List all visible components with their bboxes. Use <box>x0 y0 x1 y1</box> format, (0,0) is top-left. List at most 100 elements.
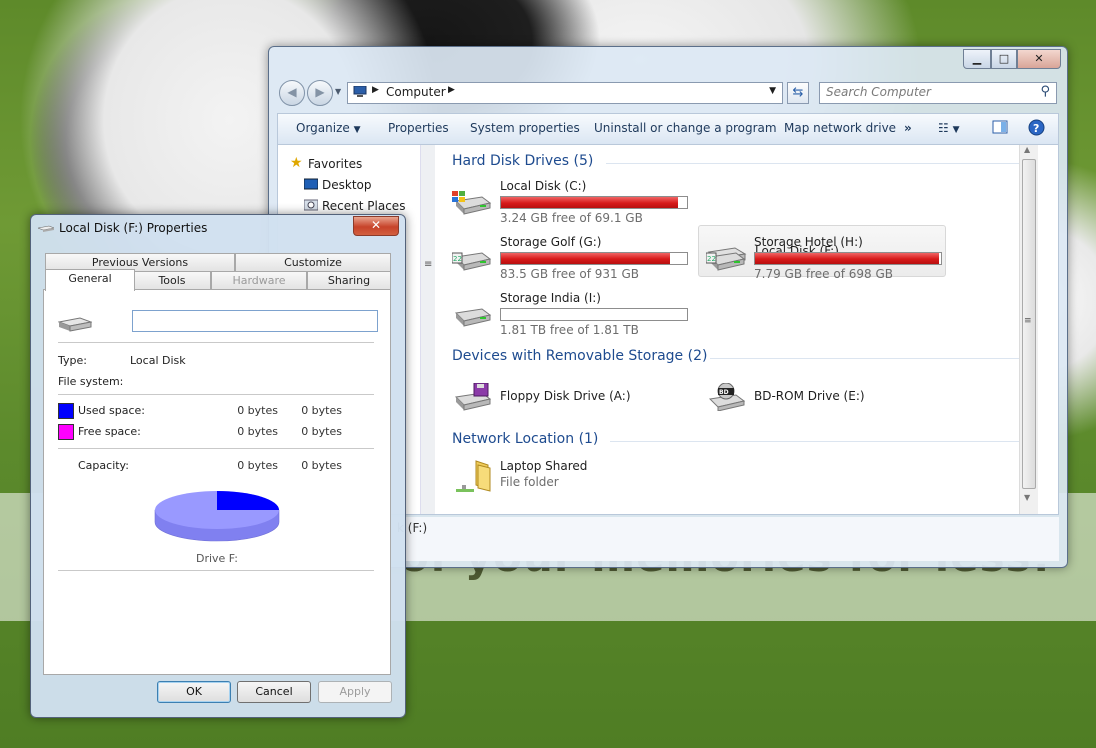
drive-name: Local Disk (C:) <box>500 179 587 193</box>
window-controls: ▁ □ ✕ <box>963 49 1061 69</box>
divider <box>58 342 374 343</box>
drive-storage-golf-g[interactable]: 22 Storage Golf (G:) 83.5 GB free of 931… <box>444 231 690 281</box>
breadcrumb-chevron-icon[interactable]: ▶ <box>372 85 379 95</box>
refresh-button[interactable]: ⇆ <box>787 82 809 104</box>
free-space-label: Free space: <box>78 425 141 438</box>
capacity-size: 0 bytes <box>301 459 342 472</box>
maximize-button[interactable]: □ <box>991 49 1017 69</box>
divider <box>58 570 374 571</box>
uninstall-program-button[interactable]: Uninstall or change a program <box>594 121 777 135</box>
drive-icon <box>38 225 54 232</box>
search-icon[interactable]: ⚲ <box>1040 84 1050 99</box>
tab-general[interactable]: General <box>45 269 135 291</box>
tab-sharing[interactable]: Sharing <box>307 271 391 290</box>
more-commands-button[interactable]: » <box>904 121 912 135</box>
forward-button[interactable]: ▶ <box>307 80 333 106</box>
nav-item-desktop[interactable]: Desktop <box>304 178 372 192</box>
drive-free-space: 7.79 GB free of 698 GB <box>754 267 893 281</box>
drive-storage-india-i[interactable]: Storage India (I:) 1.81 TB free of 1.81 … <box>444 287 690 337</box>
floppy-drive-icon <box>454 383 492 411</box>
preview-pane-icon[interactable] <box>992 119 1008 138</box>
svg-text:BD: BD <box>719 389 729 396</box>
svg-text:22: 22 <box>707 255 716 263</box>
group-divider <box>610 441 1030 442</box>
hard-drive-icon: 22 <box>452 252 492 271</box>
breadcrumb-chevron-icon[interactable]: ▶ <box>448 85 455 95</box>
address-bar[interactable]: ▶ Computer ▶ ▼ <box>347 82 783 104</box>
drive-name: BD-ROM Drive (E:) <box>754 389 865 403</box>
used-space-swatch <box>58 403 74 419</box>
scrollbar-thumb[interactable]: ≡ <box>1022 159 1036 489</box>
usage-bar <box>754 252 942 265</box>
network-folder-icon <box>456 460 491 492</box>
usage-bar <box>500 308 688 321</box>
file-system-label: File system: <box>58 375 124 388</box>
drive-bd-rom-e[interactable]: BD BD-ROM Drive (E:) <box>698 371 944 421</box>
used-space-bytes: 0 bytes <box>237 404 278 417</box>
drive-name: Storage India (I:) <box>500 291 601 305</box>
used-space-size: 0 bytes <box>301 404 342 417</box>
nav-item-recent-places[interactable]: Recent Places <box>304 199 405 213</box>
organize-menu[interactable]: Organize ▼ <box>296 121 361 135</box>
computer-icon <box>353 86 367 97</box>
volume-label-input[interactable] <box>132 310 378 332</box>
drive-free-space: 1.81 TB free of 1.81 TB <box>500 323 639 337</box>
minimize-button[interactable]: ▁ <box>963 49 991 69</box>
drive-local-disk-c[interactable]: Local Disk (C:) 3.24 GB free of 69.1 GB <box>444 175 690 225</box>
tab-customize[interactable]: Customize <box>235 253 391 272</box>
svg-text:22: 22 <box>453 255 462 263</box>
hard-drive-icon <box>58 317 92 332</box>
chevron-down-icon: ▼ <box>353 125 361 135</box>
help-icon[interactable]: ? <box>1028 119 1045 139</box>
capacity-bytes: 0 bytes <box>237 459 278 472</box>
recent-places-icon <box>304 199 318 211</box>
scroll-up-icon: ▲ <box>1024 145 1031 154</box>
tab-hardware[interactable]: Hardware <box>211 271 307 290</box>
search-placeholder: Search Computer <box>826 85 931 99</box>
drive-name: Floppy Disk Drive (A:) <box>500 389 631 403</box>
scrollbar-grip-icon: ≡ <box>424 259 433 270</box>
ok-button[interactable]: OK <box>157 681 231 703</box>
free-space-bytes: 0 bytes <box>237 425 278 438</box>
used-space-label: Used space: <box>78 404 146 417</box>
network-location-name: Laptop Shared <box>500 459 588 473</box>
drive-free-space: 83.5 GB free of 931 GB <box>500 267 639 281</box>
disk-usage-pie-chart <box>154 491 280 542</box>
drive-floppy-a[interactable]: Floppy Disk Drive (A:) <box>444 371 690 421</box>
nav-item-favorites[interactable]: ★ Favorites <box>290 155 362 171</box>
cancel-button[interactable]: Cancel <box>237 681 311 703</box>
general-tab-panel: Type: Local Disk File system: Used space… <box>43 289 391 675</box>
system-properties-button[interactable]: System properties <box>470 121 580 135</box>
address-dropdown-icon[interactable]: ▼ <box>769 86 776 96</box>
nav-pane-scrollbar[interactable]: ≡ ▼ <box>420 145 435 546</box>
group-header-removable-storage[interactable]: Devices with Removable Storage (2) <box>452 348 707 364</box>
hard-drive-icon <box>454 308 492 327</box>
search-input[interactable]: Search Computer ⚲ <box>819 82 1057 104</box>
usage-bar <box>500 196 688 209</box>
properties-button[interactable]: Properties <box>388 121 449 135</box>
tab-tools[interactable]: Tools <box>133 271 211 290</box>
close-button[interactable]: ✕ <box>1017 49 1061 69</box>
breadcrumb-computer[interactable]: Computer <box>386 85 446 99</box>
usage-bar-fill <box>501 197 679 208</box>
content-scrollbar[interactable]: ▲ ≡ ▼ <box>1019 145 1038 514</box>
group-header-hard-disk-drives[interactable]: Hard Disk Drives (5) <box>452 153 593 169</box>
map-network-drive-button[interactable]: Map network drive <box>784 121 896 135</box>
hard-drive-icon: 22 <box>706 252 746 271</box>
recent-pages-dropdown-icon[interactable]: ▼ <box>335 87 341 96</box>
scroll-down-icon: ▼ <box>1024 493 1031 502</box>
type-value: Local Disk <box>130 354 186 367</box>
back-button[interactable]: ◀ <box>279 80 305 106</box>
drive-name: Storage Hotel (H:) <box>754 235 863 249</box>
close-button[interactable]: ✕ <box>353 216 399 236</box>
scrollbar-grip-icon: ≡ <box>1024 316 1032 326</box>
apply-button[interactable]: Apply <box>318 681 392 703</box>
view-options-icon[interactable]: ☷ ▼ <box>938 121 960 135</box>
type-label: Type: <box>58 354 87 367</box>
network-location-laptop-shared[interactable]: Laptop Shared File folder <box>444 455 690 503</box>
drive-storage-hotel-h[interactable]: 22 Storage Hotel (H:) 7.79 GB free of 69… <box>698 231 944 281</box>
capacity-label: Capacity: <box>78 459 129 472</box>
network-location-type: File folder <box>500 475 559 489</box>
usage-bar-fill <box>501 253 671 264</box>
group-header-network-location[interactable]: Network Location (1) <box>452 431 598 447</box>
